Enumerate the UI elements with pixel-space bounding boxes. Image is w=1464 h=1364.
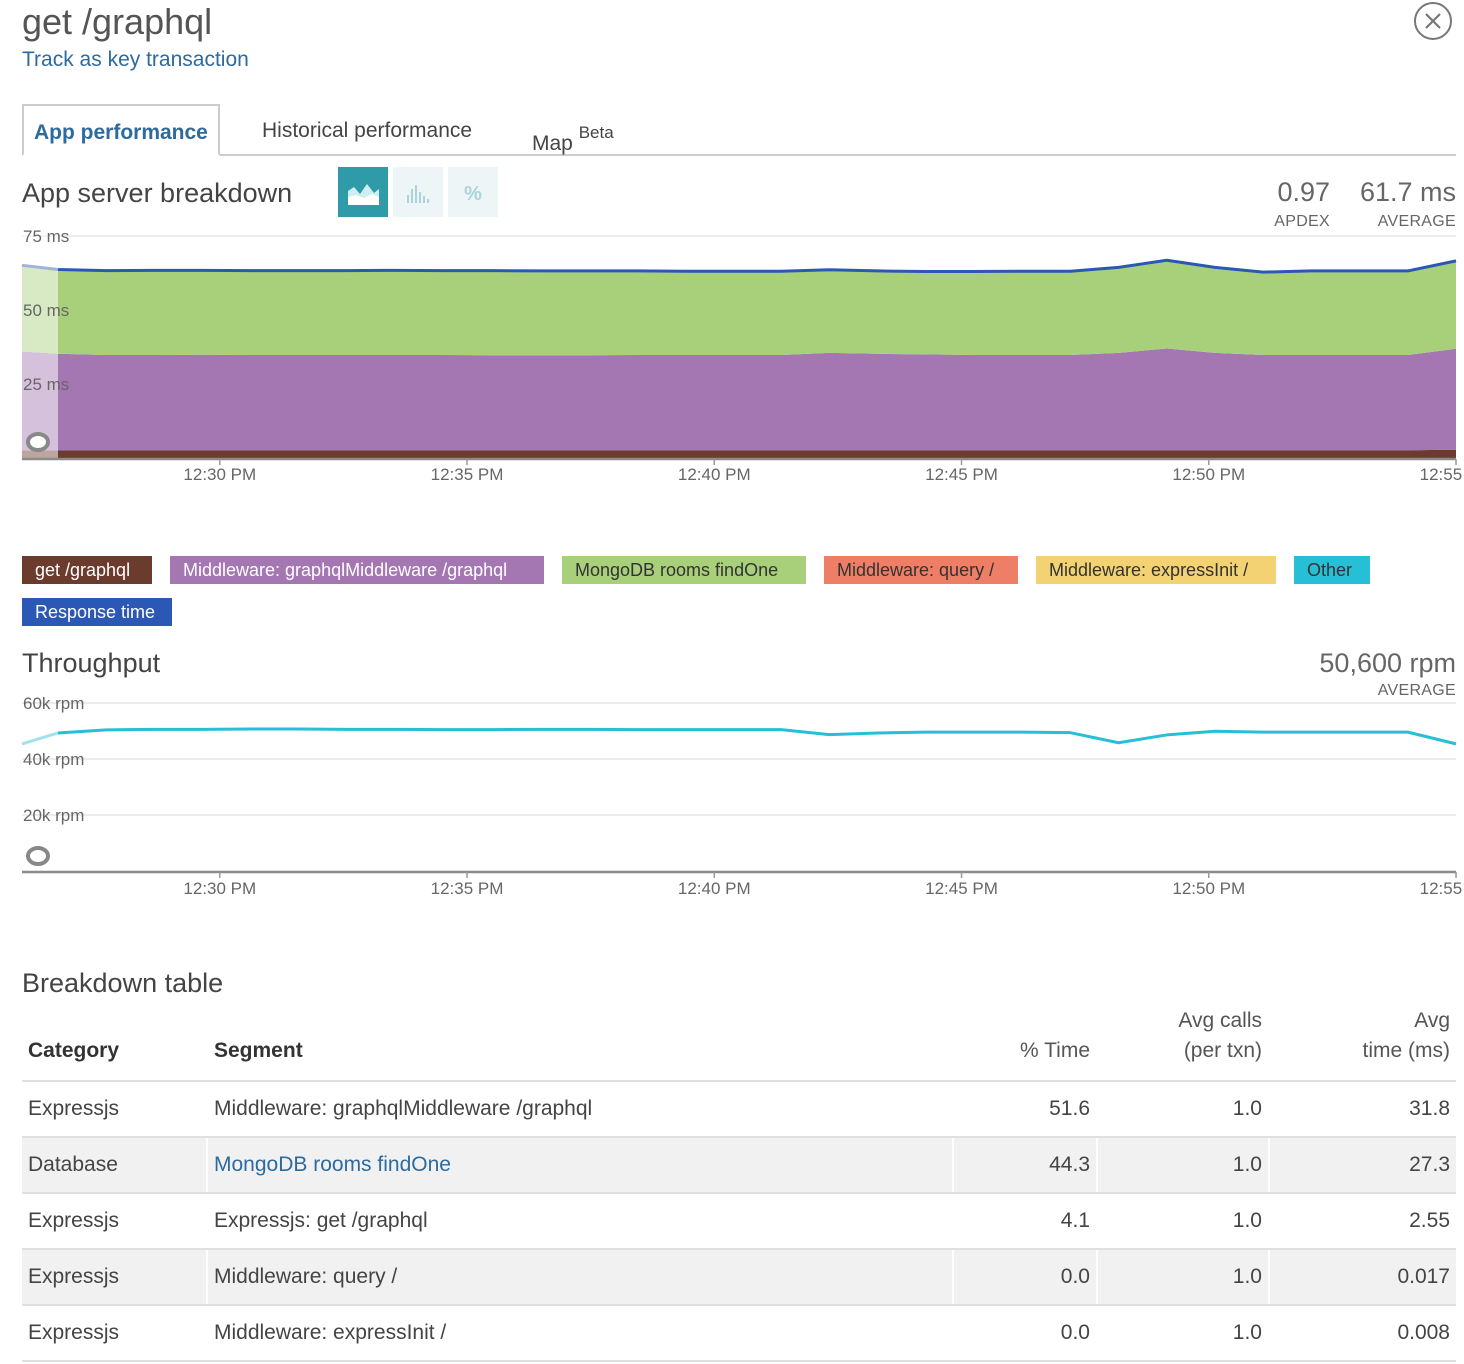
avg-calls-cell: 1.0 <box>1096 1081 1269 1138</box>
category-cell: Expressjs <box>22 1249 207 1306</box>
avg-calls-cell: 1.0 <box>1096 1193 1269 1250</box>
x-tick-label: 12:40 PM <box>678 465 751 484</box>
x-tick-label: 12:45 PM <box>925 465 998 484</box>
table-row: Expressjs Expressjs: get /graphql 4.1 1.0 2.… <box>22 1193 1456 1250</box>
response-time-line <box>21 258 1457 274</box>
area-series-get-graphql <box>22 449 1456 458</box>
pct-time-cell: 0.0 <box>952 1249 1097 1306</box>
avg-time-cell: 2.55 <box>1268 1193 1456 1250</box>
pct-time-cell: 0.0 <box>952 1305 1097 1362</box>
x-tick-label: 12:30 PM <box>183 465 256 484</box>
column-header-category[interactable]: Category <box>22 1000 207 1082</box>
y-tick-label: 60k rpm <box>23 694 84 713</box>
segment-link[interactable]: MongoDB rooms findOne <box>206 1137 953 1194</box>
y-tick-label: 20k rpm <box>23 806 84 825</box>
x-tick-label: 12:50 PM <box>1172 879 1245 898</box>
x-tick-label: 12:55 PM <box>1420 879 1464 898</box>
avg-time-cell: 0.008 <box>1268 1305 1456 1362</box>
legend-item-middleware-graphqlmiddleware-graphql[interactable]: Middleware: graphqlMiddleware /graphql <box>170 556 544 584</box>
avg-time-cell: 31.8 <box>1268 1081 1456 1138</box>
legend-item-other[interactable]: Other <box>1294 556 1370 584</box>
segment-cell: Middleware: expressInit / <box>206 1305 953 1362</box>
legend-item-middleware-query[interactable]: Middleware: query / <box>824 556 1018 584</box>
y-tick-label: 40k rpm <box>23 750 84 769</box>
table-row: Expressjs Middleware: expressInit /0.0 1.0… <box>22 1305 1456 1362</box>
deployment-marker-icon <box>26 432 50 452</box>
y-tick-label: 50 ms <box>23 301 69 320</box>
breakdown-table: Category Segment % Time Avg calls (per tx… <box>22 1000 1456 1362</box>
x-tick-label: 12:40 PM <box>678 879 751 898</box>
deployment-marker-icon <box>26 846 50 866</box>
pct-time-cell: 51.6 <box>952 1081 1097 1138</box>
column-header-avg-time[interactable]: Avg time (ms) <box>1268 1000 1456 1082</box>
legend-item-middleware-expressinit[interactable]: Middleware: expressInit / <box>1036 556 1276 584</box>
column-header-segment[interactable]: Segment <box>206 1000 953 1082</box>
avg-calls-cell: 1.0 <box>1096 1137 1269 1194</box>
category-cell: Database <box>22 1137 207 1194</box>
legend-item-mongodb-rooms-findone[interactable]: MongoDB rooms findOne <box>562 556 806 584</box>
category-cell: Expressjs <box>22 1193 207 1250</box>
x-tick-label: 12:30 PM <box>183 879 256 898</box>
column-header-pct-time[interactable]: % Time <box>952 1000 1097 1082</box>
x-tick-label: 12:55 PM <box>1420 465 1464 484</box>
table-row: Expressjs Middleware: graphqlMiddleware /… <box>22 1081 1456 1138</box>
throughput-average-label: AVERAGE <box>1377 682 1456 699</box>
avg-calls-cell: 1.0 <box>1096 1305 1269 1362</box>
x-tick-label: 12:35 PM <box>431 465 504 484</box>
y-tick-label: 75 ms <box>23 227 69 246</box>
segment-cell: Middleware: graphqlMiddleware /graphql <box>206 1081 953 1138</box>
x-tick-label: 12:45 PM <box>925 879 998 898</box>
tab-app-performance[interactable]: App performance <box>22 104 220 156</box>
category-cell: Expressjs <box>22 1081 207 1138</box>
incomplete-interval-overlay <box>22 232 58 458</box>
avg-time-cell: 0.017 <box>1268 1249 1456 1306</box>
pct-time-cell: 4.1 <box>952 1193 1097 1250</box>
category-cell: Expressjs <box>22 1305 207 1362</box>
segment-cell: Expressjs: get /graphql <box>206 1193 953 1250</box>
pct-time-cell: 44.3 <box>952 1137 1097 1194</box>
avg-time-cell: 27.3 <box>1268 1137 1456 1194</box>
throughput-line <box>57 727 1457 746</box>
throughput-line-incomplete <box>21 731 59 746</box>
table-row: Database MongoDB rooms findOne 44.3 1.0 27.3 <box>22 1137 1456 1194</box>
area-series-mongodb-rooms-findone <box>22 260 1456 356</box>
table-row: Expressjs Middleware: query /0.0 1.0 0.017 <box>22 1249 1456 1306</box>
segment-cell: Middleware: query / <box>206 1249 953 1306</box>
breakdown-table-title: Breakdown table <box>22 968 224 998</box>
table-header-row: Category Segment % Time Avg calls (per tx… <box>22 1000 1456 1082</box>
legend-item-get-graphql[interactable]: get /graphql <box>22 556 152 584</box>
y-tick-label: 25 ms <box>23 375 69 394</box>
tab-label: App performance <box>34 121 208 144</box>
avg-calls-cell: 1.0 <box>1096 1249 1269 1306</box>
x-tick-label: 12:50 PM <box>1172 465 1245 484</box>
throughput-title: Throughput <box>22 648 161 678</box>
column-header-avg-calls[interactable]: Avg calls (per txn) <box>1096 1000 1269 1082</box>
throughput-average-value: 50,600 rpm <box>1319 648 1456 678</box>
x-tick-label: 12:35 PM <box>431 879 504 898</box>
area-series-middleware-graphqlmiddleware-graphql <box>22 348 1456 451</box>
legend-item-response-time[interactable]: Response time <box>22 598 172 626</box>
